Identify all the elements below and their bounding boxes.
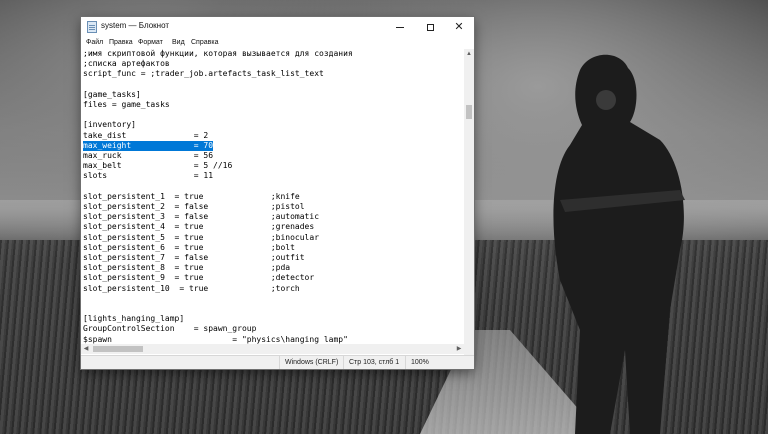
text-line: GroupControlSection = spawn_group <box>83 324 257 334</box>
menu-edit[interactable]: Правка <box>109 39 133 46</box>
menu-file[interactable]: Файл <box>86 39 103 46</box>
text-line: slot_persistent_10 = true ;torch <box>83 283 300 293</box>
text-line: ;списка артефактов <box>83 59 170 69</box>
menu-bar: Файл Правка Формат Вид Справка <box>81 37 474 49</box>
text-line: script_func = ;trader_job.artefacts_task… <box>83 69 324 79</box>
maximize-button[interactable] <box>415 17 445 37</box>
scroll-up-icon[interactable]: ▲ <box>464 49 474 59</box>
status-bar: Windows (CRLF) Стр 103, стлб 1 100% <box>81 355 474 369</box>
scroll-right-icon[interactable]: ▶ <box>454 344 464 354</box>
selected-text-line: max_weight = 70 <box>83 140 214 151</box>
text-line: [inventory] <box>83 120 136 130</box>
text-line: files = game_tasks <box>83 100 170 109</box>
text-line: slot_persistent_3 = false ;automatic <box>83 212 320 222</box>
scrollbar-corner <box>464 344 474 354</box>
wallpaper-figure <box>553 54 685 434</box>
menu-help[interactable]: Справка <box>191 39 218 46</box>
title-bar[interactable]: system — Блокнот ✕ <box>81 17 474 37</box>
text-line: slots = 11 <box>83 171 214 181</box>
minimize-button[interactable] <box>385 17 415 37</box>
notepad-icon <box>87 21 97 33</box>
notepad-window[interactable]: system — Блокнот ✕ Файл Правка Формат Ви… <box>81 17 474 369</box>
status-encoding: Windows (CRLF) <box>279 356 343 369</box>
vertical-scrollbar[interactable]: ▲ ▼ <box>464 49 474 355</box>
text-line: take_dist = 2 <box>83 130 209 140</box>
horizontal-scrollbar[interactable]: ◀ ▶ <box>81 344 464 354</box>
close-button[interactable]: ✕ <box>444 17 474 37</box>
maximize-icon <box>426 23 434 31</box>
text-line: max_belt = 5 //16 <box>83 161 233 171</box>
menu-view[interactable]: Вид <box>172 39 185 46</box>
text-line: slot_persistent_2 = false ;pistol <box>83 202 305 211</box>
close-icon: ✕ <box>454 20 464 33</box>
minimize-icon <box>396 26 404 28</box>
text-line: [game_tasks] <box>83 89 141 99</box>
status-zoom: 100% <box>405 356 474 369</box>
text-line: slot_persistent_5 = true ;binocular <box>83 232 320 242</box>
text-editor[interactable]: ;имя скриптовой функции, которая вызывае… <box>83 49 463 355</box>
text-line: max_ruck = 56 <box>83 151 214 160</box>
text-line: slot_persistent_7 = false ;outfit <box>83 253 305 262</box>
text-line: [lights_hanging_lamp] <box>83 314 185 324</box>
vertical-scroll-thumb[interactable] <box>466 105 472 119</box>
menu-format[interactable]: Формат <box>138 39 163 46</box>
status-cursor-position: Стр 103, стлб 1 <box>343 356 405 369</box>
text-line: slot_persistent_6 = true ;bolt <box>83 242 295 252</box>
text-line: slot_persistent_9 = true ;detector <box>83 273 315 283</box>
text-line: slot_persistent_4 = true ;grenades <box>83 222 315 232</box>
text-line: slot_persistent_8 = true ;pda <box>83 263 291 273</box>
horizontal-scroll-thumb[interactable] <box>93 346 143 352</box>
text-line: slot_persistent_1 = true ;knife <box>83 191 300 201</box>
text-line: ;имя скриптовой функции, которая вызывае… <box>83 49 353 58</box>
window-title: system — Блокнот <box>101 21 170 30</box>
scroll-left-icon[interactable]: ◀ <box>81 344 91 354</box>
